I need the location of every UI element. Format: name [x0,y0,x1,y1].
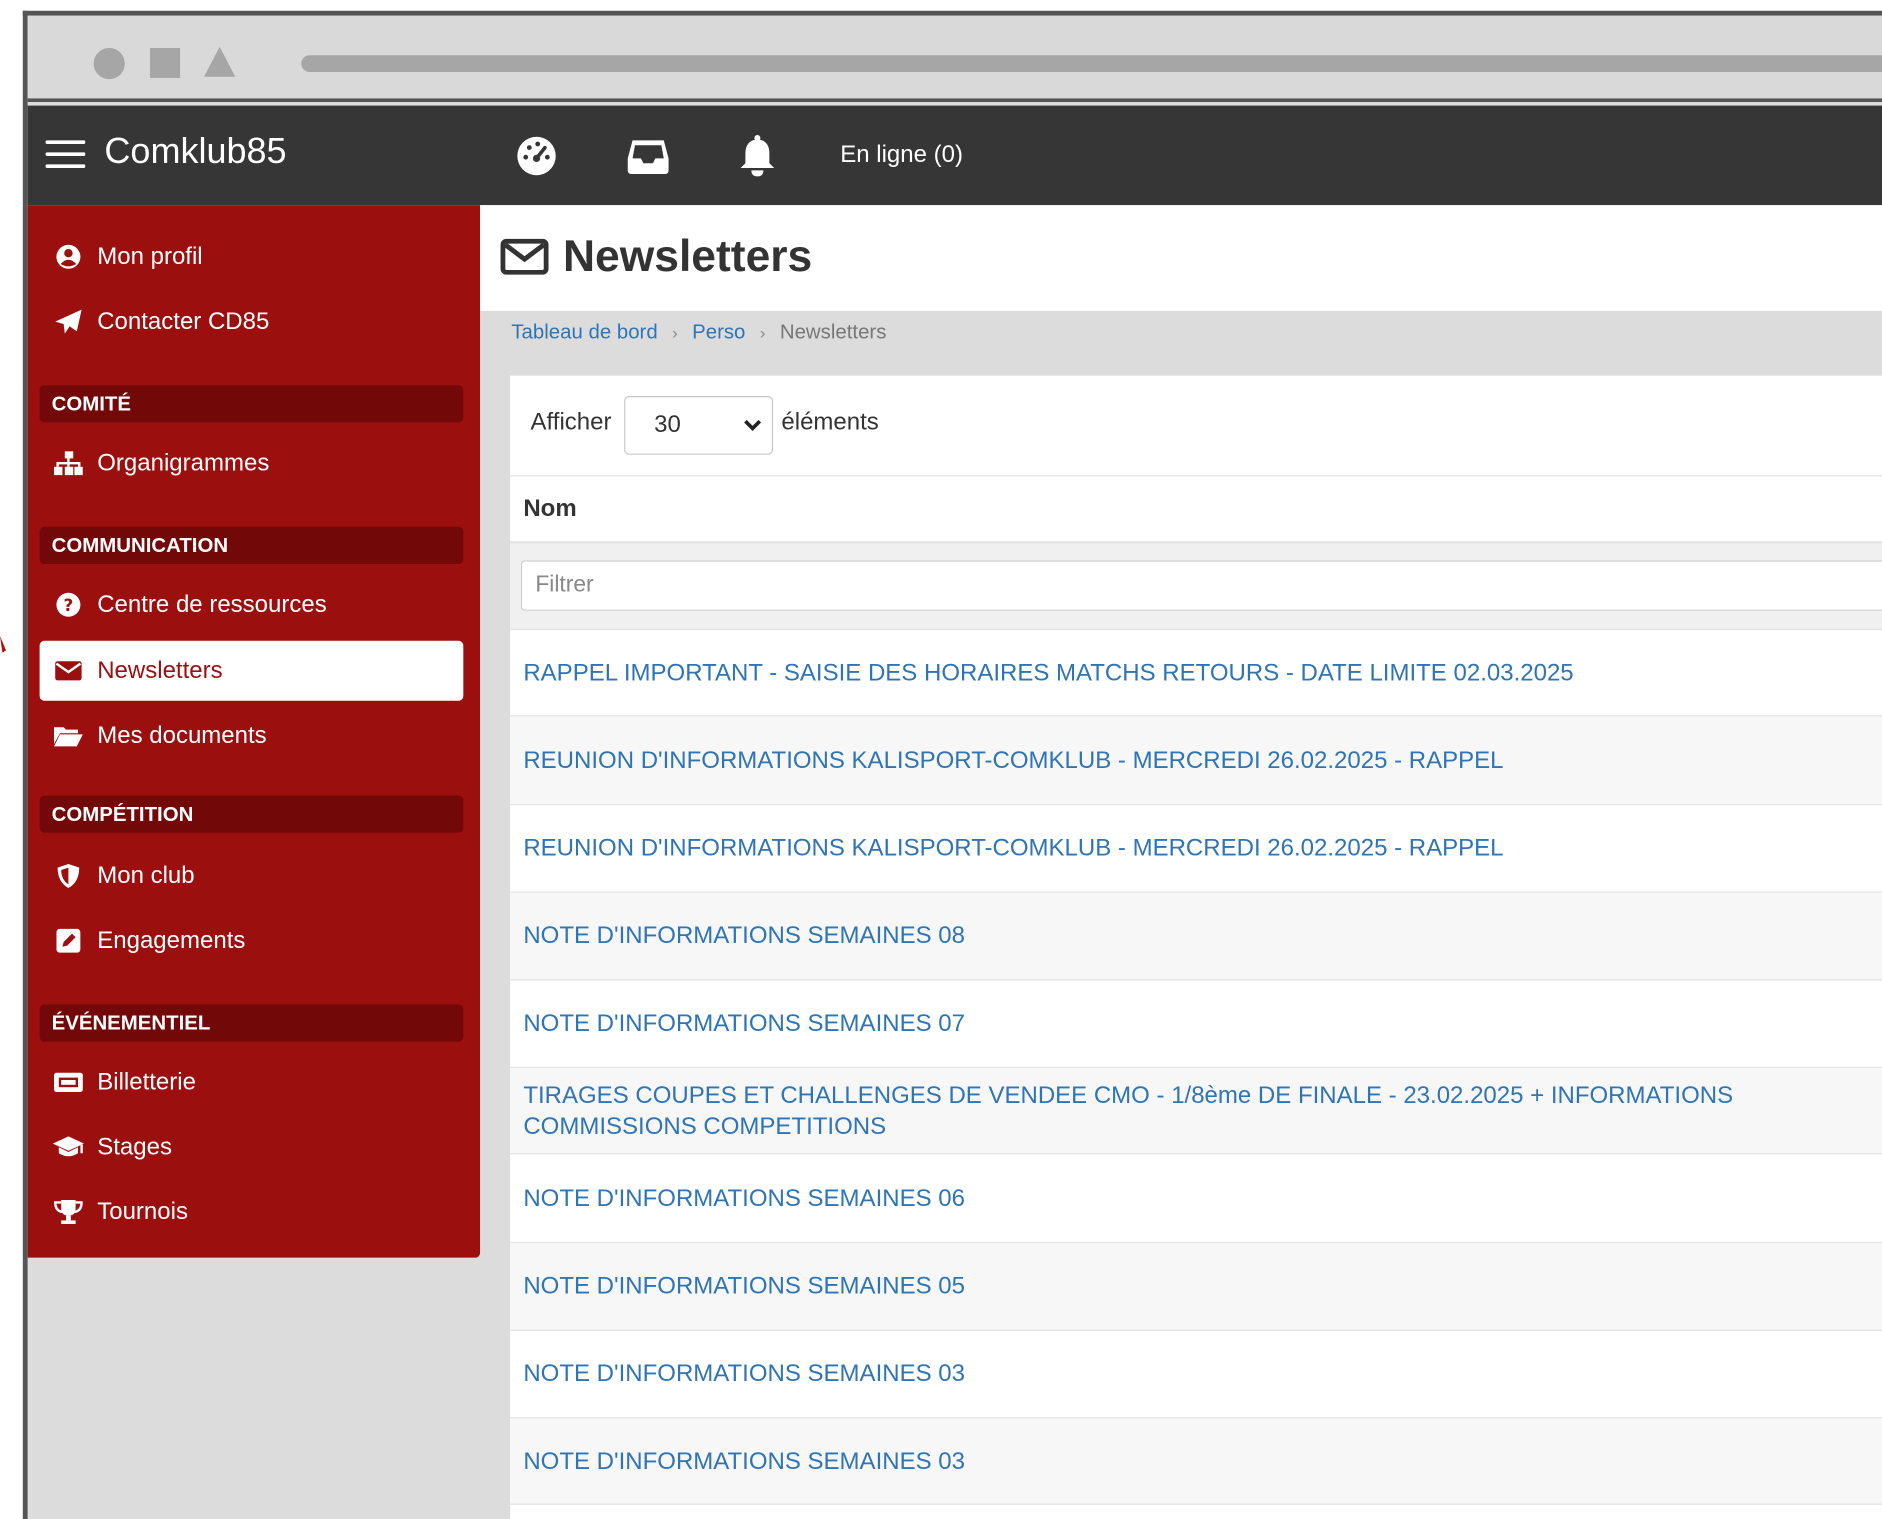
sidebar-item-label: Mon club [97,862,195,889]
window-square-icon [150,48,181,78]
table-row[interactable]: NOTE D'INFORMATIONS SEMAINES 05 [510,1243,1882,1331]
paper-plane-icon [52,308,86,334]
filter-input[interactable]: Filtrer [520,560,1882,611]
newsletter-link[interactable]: RAPPEL IMPORTANT - SAISIE DES HORAIRES M… [523,657,1573,688]
brand-name[interactable]: Comklub85 [104,132,286,173]
ticket-icon [52,1072,86,1094]
breadcrumb-link-tableau-de-bord[interactable]: Tableau de bord [511,320,657,344]
chevron-down-icon [743,414,762,442]
sidebar-item-label: Organigrammes [97,449,270,476]
page-header: Newsletters [480,205,1882,311]
newsletter-link[interactable]: TIRAGES COUPES ET CHALLENGES DE VENDEE C… [523,1079,1882,1141]
inbox-icon[interactable] [624,132,672,180]
sidebar-item-label: Mes documents [97,721,267,749]
table-row[interactable]: NOTE D'INFORMATIONS SEMAINES 06 [510,1154,1882,1244]
edit-square-icon [52,928,86,953]
red-pointer-marker [0,636,7,653]
newsletter-link[interactable]: NOTE D'INFORMATIONS SEMAINES 03 [523,1445,965,1476]
window-triangle-icon [204,46,236,77]
shield-icon [52,863,86,889]
sidebar-item-stages[interactable]: Stages [40,1117,464,1177]
page-title-text: Newsletters [562,231,813,281]
breadcrumb-separator-icon: › [672,322,678,342]
table-row[interactable]: REUNION D'INFORMATIONS KALISPORT-COMKLUB… [510,716,1882,806]
newsletter-link[interactable]: NOTE D'INFORMATIONS SEMAINES 05 [523,1271,965,1302]
top-navbar: Comklub85 En ligne (0) [27,105,1882,206]
sidebar-item-contacter-cd85[interactable]: Contacter CD85 [40,292,464,352]
window-circle-icon [93,48,125,80]
sidebar-item-label: Billetterie [97,1068,196,1095]
sidebar-item-organigrammes[interactable]: Organigrammes [40,433,464,493]
sidebar-item-mes-documents[interactable]: Mes documents [40,706,464,766]
sitemap-icon [52,451,86,476]
table-row[interactable]: NOTE D'INFORMATIONS SEMAINES 07 [510,980,1882,1068]
envelope-icon [52,660,86,682]
length-suffix-label: éléments [781,409,879,436]
folder-open-icon [52,724,86,748]
user-circle-icon [52,244,86,270]
sidebar-item-centre-de-ressources[interactable]: ? Centre de ressources [40,575,464,635]
sidebar-item-label: Engagements [97,927,246,954]
sidebar-item-billetterie[interactable]: Billetterie [40,1052,464,1112]
section-header-communication: COMMUNICATION [39,526,464,564]
sidebar-item-mon-profil[interactable]: Mon profil [40,227,464,287]
breadcrumb: Tableau de bord › Perso › Newsletters [511,320,886,344]
sidebar-item-label: Tournois [97,1198,188,1225]
breadcrumb-link-perso[interactable]: Perso [692,320,745,344]
sidebar: Mon profil Contacter CD85 COMITÉ Organig… [27,205,481,1258]
page-length-select[interactable]: 30 [624,396,773,455]
sidebar-item-mon-club[interactable]: Mon club [40,846,464,906]
sidebar-item-label: Contacter CD85 [97,307,270,335]
envelope-icon [500,238,549,275]
sidebar-item-label: Newsletters [97,657,223,684]
section-header-evenementiel: ÉVÉNEMENTIEL [39,1004,464,1042]
length-prefix-label: Afficher [530,409,612,436]
sidebar-item-label: Centre de ressources [97,591,327,618]
table-filter-row: Filtrer [510,543,1882,630]
page-title: Newsletters [500,231,813,282]
newsletters-table-panel: Afficher 30 éléments Nom Filtrer RAPPEL [510,375,1882,1519]
browser-window: Comklub85 En ligne (0) Mon profil Contac… [22,10,1882,1519]
sidebar-item-tournois[interactable]: Tournois [40,1182,464,1242]
online-status[interactable]: En ligne (0) [840,142,963,170]
svg-text:?: ? [64,595,74,615]
newsletter-link[interactable]: NOTE D'INFORMATIONS SEMAINES 06 [523,1183,965,1214]
sidebar-item-newsletters[interactable]: Newsletters [39,640,464,701]
section-header-competition: COMPÉTITION [39,795,464,833]
sidebar-item-label: Mon profil [97,243,203,270]
table-row[interactable]: TIRAGES COUPES ET CHALLENGES DE VENDEE C… [510,1068,1882,1155]
hamburger-menu-icon[interactable] [45,140,86,169]
table-row[interactable]: NOTE D'INFORMATIONS SEMAINES 08 [510,892,1882,981]
address-bar[interactable] [301,55,1882,72]
page-length-value: 30 [654,411,681,439]
browser-chrome [27,15,1882,103]
question-circle-icon: ? [52,592,86,618]
sidebar-item-engagements[interactable]: Engagements [40,911,464,971]
table-row[interactable]: RAPPEL IMPORTANT - SAISIE DES HORAIRES M… [510,630,1882,717]
table-row[interactable]: NOTE D'INFORMATIONS SEMAINES 03 [510,1331,1882,1419]
breadcrumb-separator-icon: › [759,322,766,342]
section-header-comite: COMITÉ [39,385,464,423]
column-header-nom[interactable]: Nom [523,496,576,524]
bell-icon[interactable] [733,132,781,180]
graduation-cap-icon [52,1135,86,1159]
trophy-icon [52,1199,86,1225]
table-header-row: Nom [510,476,1882,544]
dashboard-icon[interactable] [513,132,561,180]
sidebar-item-label: Stages [97,1133,172,1160]
main-content: Newsletters Tableau de bord › Perso › Ne… [480,205,1882,1519]
table-row[interactable]: REUNION D'INFORMATIONS KALISPORT-COMKLUB… [510,805,1882,893]
table-row[interactable]: NOTE D'INFORMATIONS SEMAINES 03 [510,1418,1882,1505]
newsletter-link[interactable]: REUNION D'INFORMATIONS KALISPORT-COMKLUB… [523,745,1503,776]
newsletter-link[interactable]: REUNION D'INFORMATIONS KALISPORT-COMKLUB… [523,833,1503,864]
breadcrumb-current: Newsletters [779,320,887,344]
newsletter-link[interactable]: NOTE D'INFORMATIONS SEMAINES 08 [523,920,965,951]
table-length-control: Afficher 30 éléments [510,376,1882,477]
newsletter-link[interactable]: NOTE D'INFORMATIONS SEMAINES 03 [523,1358,965,1389]
newsletter-link[interactable]: NOTE D'INFORMATIONS SEMAINES 07 [523,1008,965,1039]
